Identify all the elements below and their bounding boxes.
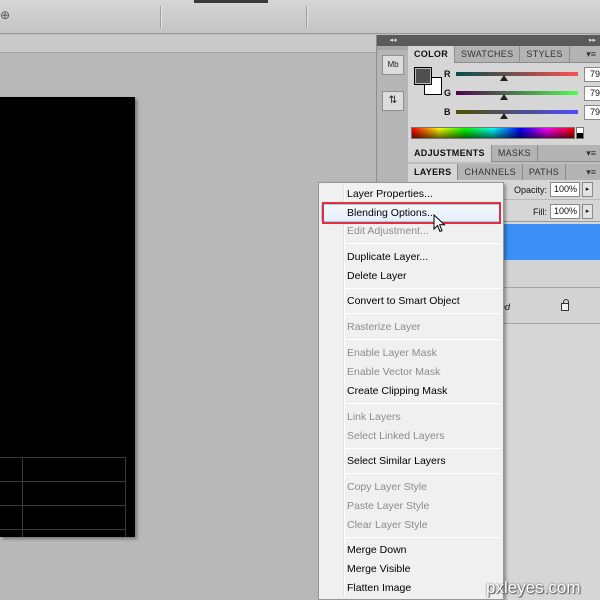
menu-separator <box>345 243 501 244</box>
tab-layers[interactable]: LAYERS <box>408 164 459 181</box>
tab-swatches[interactable]: SWATCHES <box>455 46 521 63</box>
menu-item-copy-layer-style: Copy Layer Style <box>347 481 427 493</box>
adjustments-panel-tabs: ADJUSTMENTS MASKS ▾≡ <box>408 145 600 162</box>
green-track[interactable] <box>456 91 578 95</box>
options-bar: ⊕ <box>0 0 600 34</box>
blue-track[interactable] <box>456 110 578 114</box>
menu-item-edit-adjustment: Edit Adjustment... <box>347 225 429 237</box>
red-track[interactable] <box>456 72 578 76</box>
tab-adjustments[interactable]: ADJUSTMENTS <box>408 145 492 162</box>
grid-line <box>0 529 126 530</box>
layers-panel-tabs: LAYERS CHANNELS PATHS ▾≡ <box>408 164 600 181</box>
menu-separator <box>345 288 501 289</box>
menu-separator <box>345 473 501 474</box>
green-thumb[interactable] <box>500 94 508 100</box>
color-panel-tabs: COLOR SWATCHES STYLES ▾≡ <box>408 46 600 63</box>
tab-paths[interactable]: PATHS <box>523 164 567 181</box>
menu-item-clear-layer-style: Clear Layer Style <box>347 519 428 531</box>
tab-masks[interactable]: MASKS <box>492 145 538 162</box>
fill-label: Fill: <box>533 207 547 217</box>
blue-value-field[interactable]: 79 <box>584 105 600 120</box>
menu-separator <box>345 313 501 314</box>
watermark-text: pxleyes.com <box>486 578 581 597</box>
tab-channels[interactable]: CHANNELS <box>458 164 523 181</box>
menu-separator <box>345 403 501 404</box>
menu-item-enable-vector-mask: Enable Vector Mask <box>347 366 441 378</box>
menu-separator <box>345 339 501 340</box>
mouse-cursor-icon <box>433 214 446 233</box>
black-white-ramp[interactable] <box>576 127 584 139</box>
green-label: G <box>444 88 452 98</box>
red-value-field[interactable]: 79 <box>584 67 600 82</box>
menu-item-link-layers: Link Layers <box>347 411 401 423</box>
menu-item-select-linked-layers: Select Linked Layers <box>347 430 445 442</box>
toolbar-divider <box>160 6 161 28</box>
dock-collapse-button[interactable]: ◂◂ <box>377 35 409 46</box>
menu-item-delete-layer[interactable]: Delete Layer <box>321 267 501 285</box>
opacity-label: Opacity: <box>514 185 548 195</box>
arrange-documents-icon[interactable]: ⊕ <box>0 8 14 22</box>
panel-menu-icon[interactable]: ▾≡ <box>586 164 596 181</box>
red-thumb[interactable] <box>500 75 508 81</box>
tab-styles[interactable]: STYLES <box>520 46 570 63</box>
options-field[interactable] <box>194 0 268 3</box>
red-label: R <box>444 69 451 79</box>
fill-arrow-icon[interactable]: ▸ <box>582 204 593 219</box>
green-value-field[interactable]: 79 <box>584 86 600 101</box>
menu-item-layer-properties[interactable]: Layer Properties... <box>321 185 501 203</box>
history-icon[interactable]: ⇅ <box>382 91 404 111</box>
menu-item-convert-smart-object[interactable]: Convert to Smart Object <box>321 292 501 310</box>
menu-item-enable-layer-mask: Enable Layer Mask <box>347 347 437 359</box>
blue-slider: B 79 <box>444 105 600 123</box>
color-ramp[interactable] <box>411 127 575 139</box>
grid-line <box>0 457 126 458</box>
menu-item-duplicate-layer[interactable]: Duplicate Layer... <box>321 248 501 266</box>
panel-menu-icon[interactable]: ▾≡ <box>586 46 596 63</box>
menu-item-merge-down[interactable]: Merge Down <box>321 541 501 559</box>
panels-expand-button[interactable]: ▸▸ <box>589 37 596 44</box>
menu-item-rasterize-layer: Rasterize Layer <box>347 321 421 333</box>
tab-color[interactable]: COLOR <box>408 46 455 63</box>
menu-separator <box>345 537 501 538</box>
foreground-color-swatch[interactable] <box>414 67 432 85</box>
panels-header[interactable]: ▸▸ <box>408 35 600 46</box>
menu-item-flatten-image[interactable]: Flatten Image <box>321 579 501 597</box>
menu-item-select-similar-layers[interactable]: Select Similar Layers <box>321 452 501 470</box>
menu-separator <box>345 448 501 449</box>
blue-thumb[interactable] <box>500 113 508 119</box>
grid-line <box>22 457 23 537</box>
mini-bridge-icon[interactable]: Mb <box>382 55 404 75</box>
menu-item-paste-layer-style: Paste Layer Style <box>347 500 430 512</box>
red-slider: R 79 <box>444 67 600 85</box>
document-canvas[interactable] <box>0 97 135 537</box>
dock-grip[interactable] <box>377 46 409 50</box>
toolbar-divider <box>306 6 307 28</box>
lock-icon <box>561 299 569 311</box>
grid-line <box>0 481 126 482</box>
tutorial-highlight-box <box>322 202 501 224</box>
opacity-arrow-icon[interactable]: ▸ <box>582 182 593 197</box>
document-tab-strip <box>0 35 376 53</box>
menu-item-merge-visible[interactable]: Merge Visible <box>321 560 501 578</box>
green-slider: G 79 <box>444 86 600 104</box>
color-panel: R 79 G 79 B 79 <box>408 63 600 145</box>
layer-context-menu: Layer Properties... Blending Options... … <box>318 182 504 600</box>
blue-label: B <box>444 107 451 117</box>
opacity-field[interactable]: 100% <box>550 182 580 197</box>
fill-field[interactable]: 100% <box>550 204 580 219</box>
grid-line <box>125 457 126 537</box>
panel-menu-icon[interactable]: ▾≡ <box>586 145 596 162</box>
grid-line <box>0 505 126 506</box>
menu-item-create-clipping-mask[interactable]: Create Clipping Mask <box>321 382 501 400</box>
